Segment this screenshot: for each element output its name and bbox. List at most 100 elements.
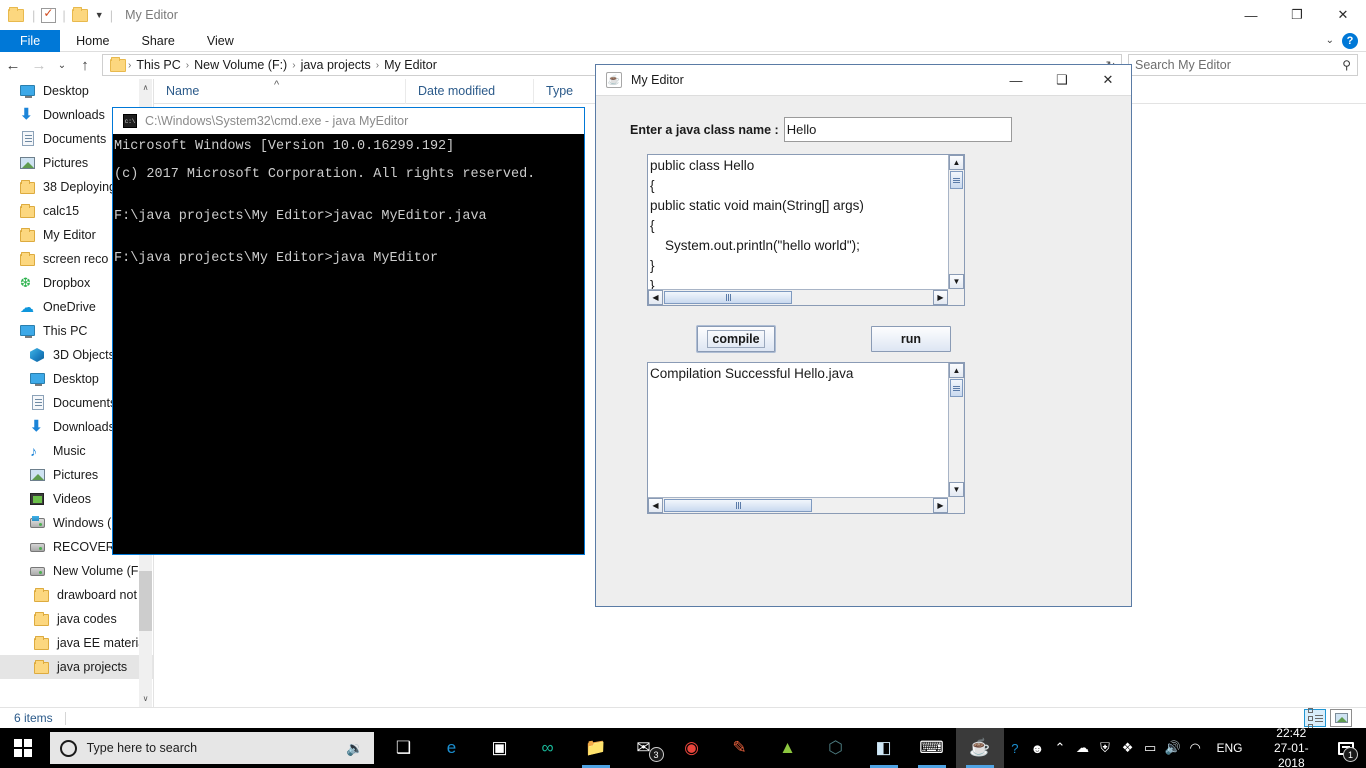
chevron-down-icon[interactable]: ⌄: [1326, 35, 1334, 46]
command-prompt-window[interactable]: c:\ C:\Windows\System32\cmd.exe - java M…: [112, 107, 585, 555]
taskbar-search-input[interactable]: Type here to search 🔉: [49, 732, 374, 764]
recent-locations-icon[interactable]: ⌄: [52, 53, 72, 77]
task-view-icon[interactable]: ❑: [380, 728, 428, 768]
code-scroll-up-icon[interactable]: ▲: [949, 155, 964, 170]
details-view-button[interactable]: [1304, 707, 1326, 729]
search-icon[interactable]: ⚲: [1342, 58, 1351, 72]
volume-icon[interactable]: 🔊: [1161, 728, 1184, 768]
breadcrumb-java-projects[interactable]: java projects: [296, 58, 376, 72]
ribbon-tabs: File Home Share View ⌄ ?: [0, 30, 1366, 52]
tab-share[interactable]: Share: [126, 30, 191, 52]
nav-item-java-codes[interactable]: java codes: [0, 607, 153, 631]
show-hidden-icons[interactable]: ⌃: [1049, 728, 1072, 768]
tab-view[interactable]: View: [191, 30, 250, 52]
onedrive-tray-icon[interactable]: ☁: [1071, 728, 1094, 768]
class-name-input[interactable]: Hello: [783, 117, 1012, 142]
output-scroll-up-icon[interactable]: ▲: [949, 363, 964, 378]
java-close-button[interactable]: ✕: [1085, 65, 1131, 96]
code-vscroll-thumb[interactable]: [950, 171, 963, 189]
battery-icon[interactable]: ▭: [1139, 728, 1162, 768]
nav-scroll-thumb[interactable]: [139, 571, 152, 631]
clock-time: 22:42: [1276, 725, 1307, 740]
security-shield-icon[interactable]: ⛨: [1094, 728, 1117, 768]
output-scroll-right-icon[interactable]: ▶: [933, 498, 948, 513]
search-input[interactable]: Search My Editor ⚲: [1128, 54, 1358, 76]
breadcrumb-my-editor[interactable]: My Editor: [379, 58, 442, 72]
run-button[interactable]: run: [871, 326, 951, 352]
nav-item-java-projects[interactable]: java projects: [0, 655, 153, 679]
breadcrumb-new-volume[interactable]: New Volume (F:): [189, 58, 292, 72]
output-textarea[interactable]: Compilation Successful Hello.java: [648, 363, 948, 497]
nav-item-label: java codes: [57, 612, 117, 626]
java-app-icon[interactable]: ☕: [955, 728, 1004, 768]
tab-file[interactable]: File: [0, 30, 61, 52]
forward-button[interactable]: →: [26, 53, 52, 77]
properties-icon[interactable]: [41, 6, 57, 23]
output-scroll-down-icon[interactable]: ▼: [949, 482, 964, 497]
output-scroll-left-icon[interactable]: ◀: [648, 498, 663, 513]
people-icon[interactable]: ☻: [1026, 728, 1049, 768]
maximize-button[interactable]: ❐: [1274, 0, 1320, 30]
help-icon[interactable]: ?: [1342, 32, 1358, 49]
close-button[interactable]: ✕: [1320, 0, 1366, 30]
file-explorer-icon[interactable]: 📁: [572, 728, 620, 768]
language-indicator[interactable]: ENG: [1206, 741, 1252, 755]
nav-item-drawboard-not[interactable]: drawboard not: [0, 583, 153, 607]
cortana-circle-icon: [59, 739, 77, 757]
cmd-console-output[interactable]: Microsoft Windows [Version 10.0.16299.19…: [113, 134, 584, 280]
mail-icon[interactable]: ✉ 3: [620, 728, 668, 768]
column-name[interactable]: Name: [154, 73, 406, 104]
minimize-button[interactable]: —: [1228, 0, 1274, 30]
tab-home[interactable]: Home: [60, 30, 125, 52]
hexagon-app-icon[interactable]: ⬡: [812, 728, 860, 768]
cmd-line: F:\java projects\My Editor>javac MyEdito…: [114, 209, 487, 224]
android-studio-icon[interactable]: ▲: [764, 728, 812, 768]
infinity-icon[interactable]: ∞: [524, 728, 572, 768]
microsoft-store-icon[interactable]: ▣: [476, 728, 524, 768]
output-vertical-scrollbar[interactable]: ▲ ▼: [948, 363, 964, 497]
monitor-icon: [20, 323, 36, 339]
code-horizontal-scrollbar[interactable]: ◀ ▶: [648, 289, 948, 305]
output-horizontal-scrollbar[interactable]: ◀ ▶: [648, 497, 948, 513]
nav-item-new-volume-f[interactable]: New Volume (F:): [0, 559, 153, 583]
nav-item-label: Downloads: [43, 108, 105, 122]
help-icon[interactable]: ?: [1004, 728, 1027, 768]
clock[interactable]: 22:42 27-01-2018: [1252, 726, 1330, 768]
java-editor-window[interactable]: ☕ My Editor — ❑ ✕ Enter a java class nam…: [595, 64, 1132, 607]
command-prompt-icon[interactable]: ⌨: [908, 728, 956, 768]
nav-scroll-up-icon[interactable]: ∧: [139, 79, 152, 96]
java-minimize-button[interactable]: —: [993, 65, 1039, 96]
back-button[interactable]: ←: [0, 53, 26, 77]
customize-dropdown-icon[interactable]: ▼: [95, 10, 104, 20]
up-button[interactable]: ↑: [72, 53, 98, 77]
dropbox-tray-icon[interactable]: ❖: [1116, 728, 1139, 768]
wifi-icon[interactable]: ◠: [1184, 728, 1207, 768]
nav-item-desktop[interactable]: Desktop: [0, 79, 153, 103]
large-icons-view-button[interactable]: [1330, 709, 1352, 727]
code-scroll-left-icon[interactable]: ◀: [648, 290, 663, 305]
chrome-icon[interactable]: ◉: [668, 728, 716, 768]
breadcrumb-this-pc[interactable]: This PC: [131, 58, 185, 72]
folder-icon: [8, 6, 26, 24]
compile-button[interactable]: compile: [697, 326, 775, 352]
start-button[interactable]: [0, 728, 46, 768]
column-date-modified[interactable]: Date modified: [406, 78, 534, 104]
nav-item-java-ee-materia[interactable]: java EE materia: [0, 631, 153, 655]
java-maximize-button[interactable]: ❑: [1039, 65, 1085, 96]
output-vscroll-thumb[interactable]: [950, 379, 963, 397]
new-folder-icon[interactable]: [71, 6, 90, 24]
code-scroll-right-icon[interactable]: ▶: [933, 290, 948, 305]
code-textarea[interactable]: public class Hello { public static void …: [648, 155, 948, 289]
status-bar: 6 items: [0, 707, 1366, 729]
eyedropper-icon[interactable]: ✎: [716, 728, 764, 768]
microphone-icon[interactable]: 🔉: [346, 740, 363, 757]
code-vertical-scrollbar[interactable]: ▲ ▼: [948, 155, 964, 289]
compile-button-label: compile: [707, 330, 765, 348]
nav-scroll-down-icon[interactable]: ∨: [139, 690, 152, 707]
action-center-button[interactable]: 1: [1330, 728, 1362, 768]
output-hscroll-thumb[interactable]: [664, 499, 812, 512]
code-scroll-down-icon[interactable]: ▼: [949, 274, 964, 289]
notes-app-icon[interactable]: ◧: [860, 728, 908, 768]
code-hscroll-thumb[interactable]: [664, 291, 792, 304]
edge-icon[interactable]: e: [428, 728, 476, 768]
